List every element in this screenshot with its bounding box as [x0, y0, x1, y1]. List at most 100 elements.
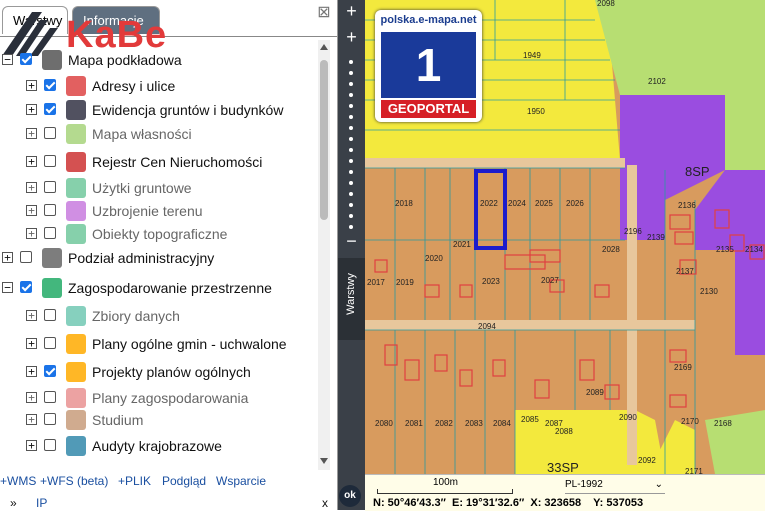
add-wms-link[interactable]: +WMS	[0, 474, 36, 488]
layers-toggle-tab[interactable]: Warstwy	[338, 258, 365, 340]
layer-checkbox[interactable]	[44, 127, 56, 139]
layer-row[interactable]: + Zbiory danych	[0, 304, 318, 328]
layers-panel: Warstwy Informacje ⊠ KaBe − Mapa podkłado…	[0, 0, 338, 510]
zoom-in-button-2[interactable]: +	[342, 28, 361, 46]
layer-checkbox[interactable]	[44, 391, 56, 403]
layer-row[interactable]: − Zagospodarowanie przestrzenne	[0, 276, 318, 300]
zoom-out-button[interactable]: −	[342, 232, 361, 250]
layer-checkbox[interactable]	[20, 53, 32, 65]
zoom-level-dot[interactable]	[349, 159, 353, 163]
zoom-level-dot[interactable]	[349, 104, 353, 108]
scroll-down-icon[interactable]	[320, 458, 328, 464]
map-view[interactable]: 2098 1949 2102 1950 8SP 2018 2022 2024 2025 2026 2…	[365, 0, 765, 510]
layer-checkbox[interactable]	[44, 439, 56, 451]
layer-checkbox[interactable]	[44, 155, 56, 167]
scroll-up-icon[interactable]	[320, 44, 328, 50]
layer-checkbox[interactable]	[44, 79, 56, 91]
crs-select[interactable]: PL-1992 ⌄	[565, 479, 665, 494]
wsparcie-link[interactable]: Wsparcie	[216, 474, 266, 488]
parcel-label: 2018	[395, 199, 413, 208]
layer-label: Uzbrojenie terenu	[92, 203, 203, 219]
layer-checkbox[interactable]	[44, 365, 56, 377]
expand-icon[interactable]: +	[2, 252, 13, 263]
layer-checkbox[interactable]	[44, 337, 56, 349]
expand-icon[interactable]: +	[26, 128, 37, 139]
zoom-level-dot[interactable]	[349, 203, 353, 207]
expand-icon[interactable]: +	[26, 228, 37, 239]
panel-scrollbar[interactable]	[318, 40, 330, 470]
zoom-level-dot[interactable]	[349, 137, 353, 141]
coord-x: X: 323658	[530, 497, 582, 509]
layer-row[interactable]: + Obiekty topograficzne	[0, 222, 318, 246]
layer-checkbox[interactable]	[20, 251, 32, 263]
layer-icon	[66, 436, 86, 456]
expand-icon[interactable]: +	[26, 414, 37, 425]
expand-icon[interactable]: +	[26, 440, 37, 451]
expand-icon[interactable]: +	[26, 310, 37, 321]
expand-icon[interactable]: +	[26, 80, 37, 91]
zoom-level-dot[interactable]	[349, 71, 353, 75]
expand-icon[interactable]: +	[26, 104, 37, 115]
layer-row[interactable]: + Użytki gruntowe	[0, 176, 318, 200]
geoportal-badge[interactable]: polska.e-mapa.net 1 GEOPORTAL	[375, 10, 482, 122]
collapse-icon[interactable]: −	[2, 282, 13, 293]
layer-label: Projekty planów ogólnych	[92, 364, 251, 380]
more-icon[interactable]: »	[10, 496, 17, 510]
coord-y: Y: 537053	[593, 497, 644, 509]
layer-checkbox[interactable]	[44, 227, 56, 239]
layer-checkbox[interactable]	[44, 103, 56, 115]
layer-label: Plany zagospodarowania	[92, 390, 249, 406]
zoom-level-dot[interactable]	[349, 192, 353, 196]
layer-row[interactable]: − Mapa podkładowa	[0, 48, 318, 72]
layer-row[interactable]: + Plany zagospodarowania	[0, 386, 318, 410]
zoom-in-button[interactable]: +	[342, 2, 361, 20]
coordinates-readout: N: 50°46′43.3″ E: 19°31′32.6″ X: 323658 …	[373, 497, 643, 509]
layer-row[interactable]: + Studium	[0, 408, 318, 432]
layer-checkbox[interactable]	[44, 181, 56, 193]
expand-icon[interactable]: +	[26, 205, 37, 216]
expand-icon[interactable]: +	[26, 366, 37, 377]
zoom-level-dot[interactable]	[349, 60, 353, 64]
layer-row[interactable]: + Projekty planów ogólnych	[0, 360, 318, 384]
close-panel-icon[interactable]: ⊠	[316, 5, 332, 21]
zoom-level-dot[interactable]	[349, 82, 353, 86]
expand-icon[interactable]: +	[26, 338, 37, 349]
expand-icon[interactable]: +	[26, 392, 37, 403]
add-file-link[interactable]: +PLIK	[118, 474, 151, 488]
add-wfs-link[interactable]: +WFS (beta)	[40, 474, 108, 488]
zoom-level-dot[interactable]	[349, 225, 353, 229]
podglad-link[interactable]: Podgląd	[162, 474, 206, 488]
ip-link[interactable]: IP	[36, 496, 47, 510]
layer-row[interactable]: + Uzbrojenie terenu	[0, 199, 318, 223]
layer-row[interactable]: + Adresy i ulice	[0, 74, 318, 98]
scroll-thumb[interactable]	[320, 60, 328, 220]
layer-row[interactable]: + Podział administracyjny	[0, 246, 318, 270]
ok-button[interactable]: ok	[339, 485, 361, 507]
close-bottom-icon[interactable]: x	[322, 496, 328, 510]
zoom-level-dot[interactable]	[349, 214, 353, 218]
layer-checkbox[interactable]	[44, 204, 56, 216]
layer-checkbox[interactable]	[44, 413, 56, 425]
zoom-level-dot[interactable]	[349, 126, 353, 130]
layer-row[interactable]: + Mapa własności	[0, 122, 318, 146]
badge-url: polska.e-mapa.net	[380, 14, 477, 26]
layer-checkbox[interactable]	[20, 281, 32, 293]
layer-icon	[66, 388, 86, 408]
layer-checkbox[interactable]	[44, 309, 56, 321]
layer-row[interactable]: + Plany ogólne gmin - uchwalone	[0, 332, 318, 356]
zoom-level-dot[interactable]	[349, 115, 353, 119]
zoom-level-dot[interactable]	[349, 170, 353, 174]
layer-label: Ewidencja gruntów i budynków	[92, 102, 284, 118]
expand-icon[interactable]: +	[26, 182, 37, 193]
expand-icon[interactable]: +	[26, 156, 37, 167]
layer-label: Audyty krajobrazowe	[92, 438, 222, 454]
layer-row[interactable]: + Rejestr Cen Nieruchomości	[0, 150, 318, 174]
zoom-level-dot[interactable]	[349, 181, 353, 185]
layer-row[interactable]: + Audyty krajobrazowe	[0, 434, 318, 458]
zoom-level-dot[interactable]	[349, 148, 353, 152]
layer-row[interactable]: + Ewidencja gruntów i budynków	[0, 98, 318, 122]
badge-number: 1	[415, 39, 442, 91]
parcel-label: 2092	[638, 456, 656, 465]
collapse-icon[interactable]: −	[2, 54, 13, 65]
zoom-level-dot[interactable]	[349, 93, 353, 97]
